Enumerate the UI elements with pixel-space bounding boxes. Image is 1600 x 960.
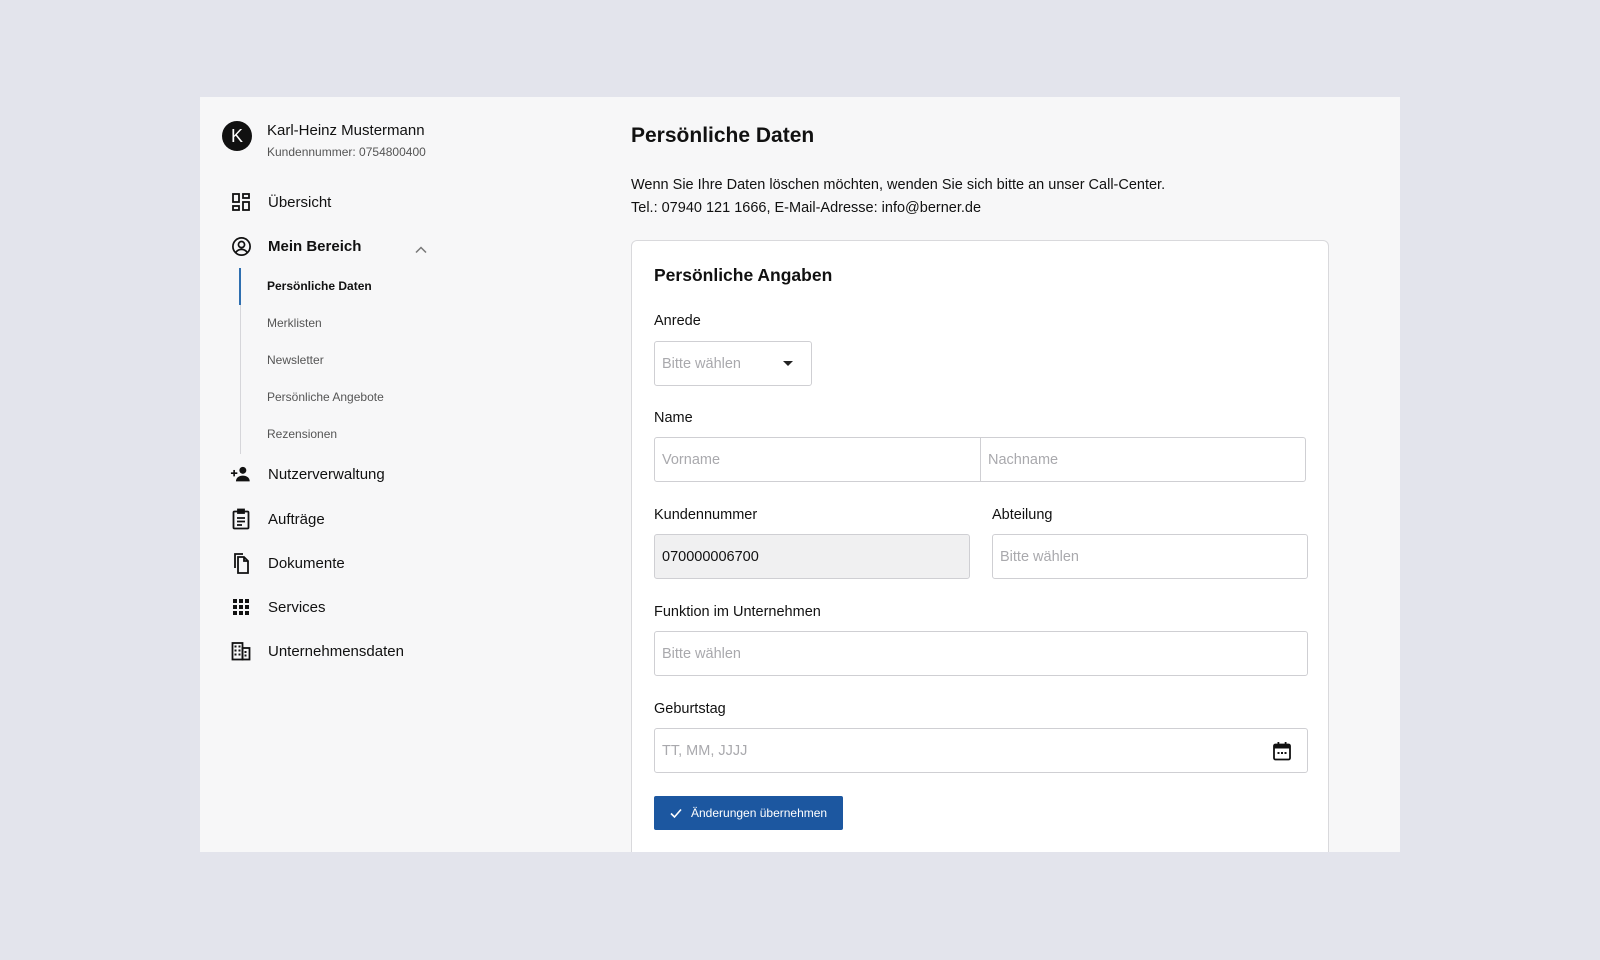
customer-number-label: Kundennummer [654,507,758,523]
sidebar-item-label: Mein Bereich [268,237,362,255]
apply-changes-button[interactable]: Änderungen übernehmen [654,796,843,830]
sidebar-item-auftraege[interactable]: Aufträge [230,507,325,531]
salutation-placeholder: Bitte wählen [662,355,741,372]
dashboard-icon [230,191,252,213]
sidebar-item-mein-bereich[interactable]: Mein Bereich [230,234,361,258]
checkmark-icon [670,808,682,819]
sub-item-newsletter[interactable]: Newsletter [267,353,324,367]
card-title: Persönliche Angaben [654,265,833,285]
department-select[interactable]: Bitte wählen [992,534,1308,579]
first-name-input[interactable]: Vorname [654,437,982,482]
user-header: K Karl-Heinz Mustermann Kundennummer: 07… [222,121,426,159]
user-customer-number: Kundennummer: 0754800400 [267,145,426,159]
sidebar-item-unternehmensdaten[interactable]: Unternehmensdaten [230,639,404,663]
sidebar-item-label: Services [268,598,326,616]
birthday-placeholder: TT, MM, JJJJ [662,742,748,759]
sidebar-item-dokumente[interactable]: Dokumente [230,551,345,575]
page-title: Persönliche Daten [631,124,815,147]
sub-item-merklisten[interactable]: Merklisten [267,316,322,330]
apply-changes-label: Änderungen übernehmen [691,806,828,820]
info-line: Tel.: 07940 121 1666, E-Mail-Adresse: in… [631,199,982,216]
clipboard-icon [230,508,252,530]
info-text: Wenn Sie Ihre Daten löschen möchten, wen… [631,174,1165,219]
sidebar-item-label: Nutzerverwaltung [268,465,385,483]
sidebar-item-label: Aufträge [268,510,325,528]
last-name-input[interactable]: Nachname [980,437,1306,482]
apps-grid-icon [230,596,252,618]
sidebar-item-label: Übersicht [268,193,332,211]
birthday-input[interactable]: TT, MM, JJJJ [654,728,1308,773]
account-window: K Karl-Heinz Mustermann Kundennummer: 07… [200,97,1400,852]
name-label: Name [654,410,693,426]
salutation-label: Anrede [654,313,701,329]
calendar-icon[interactable] [1271,740,1293,762]
name-fields: Vorname Nachname [654,437,1306,482]
first-name-placeholder: Vorname [662,451,721,468]
sidebar-item-services[interactable]: Services [230,595,326,619]
avatar: K [222,121,252,151]
documents-icon [230,552,252,574]
salutation-select[interactable]: Bitte wählen [654,341,812,386]
account-circle-icon [230,235,252,257]
function-placeholder: Bitte wählen [662,645,741,662]
user-name: Karl-Heinz Mustermann [267,122,425,139]
active-indicator [239,268,241,305]
person-add-icon [230,463,252,485]
sub-item-persoenliche-angebote[interactable]: Persönliche Angebote [267,390,384,404]
chevron-up-icon[interactable] [414,243,428,257]
last-name-placeholder: Nachname [988,451,1059,468]
sub-item-rezensionen[interactable]: Rezensionen [267,427,337,441]
building-icon [230,640,252,662]
department-placeholder: Bitte wählen [1000,548,1079,565]
sidebar-item-label: Unternehmensdaten [268,642,404,660]
customer-number-field: 070000006700 [654,534,970,579]
function-select[interactable]: Bitte wählen [654,631,1308,676]
function-label: Funktion im Unternehmen [654,604,821,620]
dropdown-arrow-icon [783,361,793,366]
department-label: Abteilung [992,507,1053,523]
sidebar-item-label: Dokumente [268,554,345,572]
customer-number-value: 070000006700 [662,548,759,565]
personal-details-card: Persönliche Angaben Anrede Bitte wählen … [631,240,1329,852]
sidebar-item-overview[interactable]: Übersicht [230,190,331,214]
birthday-label: Geburtstag [654,701,726,717]
sidebar-item-nutzerverwaltung[interactable]: Nutzerverwaltung [230,462,385,486]
sub-item-persoenliche-daten[interactable]: Persönliche Daten [267,279,372,293]
info-line: Wenn Sie Ihre Daten löschen möchten, wen… [631,177,1166,193]
sidebar: K Karl-Heinz Mustermann Kundennummer: 07… [200,97,440,852]
